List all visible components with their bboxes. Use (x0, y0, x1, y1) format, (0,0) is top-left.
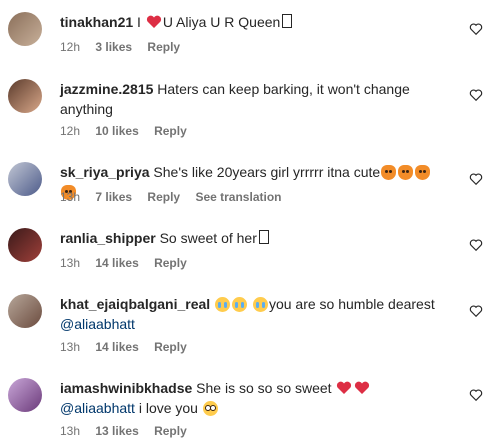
comment-meta: 12h 3 likes Reply (60, 40, 192, 54)
comment-text: I (137, 14, 141, 30)
comment-username[interactable]: khat_ejaiqbalgani_real (60, 296, 210, 312)
avatar[interactable] (8, 162, 42, 196)
comment-time: 13h (60, 256, 81, 270)
pleading-face-emoji (202, 401, 218, 416)
likes-count[interactable]: 14 likes (95, 340, 138, 354)
comment-meta: 13h 14 likes Reply (60, 340, 199, 354)
comment-time: 12h (60, 40, 81, 54)
comment-meta: 12h 10 likes Reply (60, 124, 199, 138)
comment-text: U Aliya U R Queen (162, 14, 281, 30)
fox-face-emoji (415, 165, 431, 180)
likes-count[interactable]: 10 likes (95, 124, 138, 138)
emoji-placeholder (282, 14, 293, 28)
comment-time: 12h (60, 124, 81, 138)
comment-time: 13h (60, 190, 81, 204)
avatar[interactable] (8, 79, 42, 113)
like-heart-icon[interactable] (469, 172, 483, 186)
like-heart-icon[interactable] (469, 88, 483, 102)
emoji-placeholder (258, 230, 269, 244)
comment-text: So sweet of her (159, 230, 257, 246)
comment-username[interactable]: tinakhan21 (60, 14, 133, 30)
comment-username[interactable]: jazzmine.2815 (60, 81, 153, 97)
comment-text: She is so so so sweet (196, 380, 332, 396)
likes-count[interactable]: 7 likes (95, 190, 132, 204)
reply-button[interactable]: Reply (147, 190, 180, 204)
avatar[interactable] (8, 378, 42, 412)
comment-time: 13h (60, 424, 81, 438)
comment-meta: 13h 13 likes Reply (60, 424, 199, 438)
crying-face-emoji (252, 297, 268, 312)
reply-button[interactable]: Reply (154, 340, 187, 354)
like-heart-icon[interactable] (469, 238, 483, 252)
avatar[interactable] (8, 294, 42, 328)
reply-button[interactable]: Reply (147, 40, 180, 54)
like-heart-icon[interactable] (469, 388, 483, 402)
fox-face-emoji (398, 165, 414, 180)
comment-meta: 13h 7 likes Reply See translation (60, 190, 293, 204)
like-heart-icon[interactable] (469, 22, 483, 36)
mention-link[interactable]: @aliaabhatt (60, 400, 135, 416)
red-heart-emoji (337, 381, 352, 394)
red-heart-emoji (355, 381, 370, 394)
see-translation-link[interactable]: See translation (195, 190, 281, 204)
red-heart-emoji (146, 15, 161, 28)
comment-time: 13h (60, 340, 81, 354)
reply-button[interactable]: Reply (154, 124, 187, 138)
reply-button[interactable]: Reply (154, 424, 187, 438)
mention-link[interactable]: @aliaabhatt (60, 316, 135, 332)
comment-text: i love you (138, 400, 198, 416)
comment-text: you are so humble dearest (268, 296, 435, 312)
comment-meta: 13h 14 likes Reply (60, 256, 199, 270)
avatar[interactable] (8, 228, 42, 262)
reply-button[interactable]: Reply (154, 256, 187, 270)
fox-face-emoji (381, 165, 397, 180)
likes-count[interactable]: 3 likes (95, 40, 132, 54)
likes-count[interactable]: 13 likes (95, 424, 138, 438)
crying-face-emoji (232, 297, 248, 312)
avatar[interactable] (8, 12, 42, 46)
like-heart-icon[interactable] (469, 304, 483, 318)
likes-count[interactable]: 14 likes (95, 256, 138, 270)
comment-username[interactable]: sk_riya_priya (60, 164, 150, 180)
crying-face-emoji (215, 297, 231, 312)
comment-text: She's like 20years girl yrrrrr itna cute (153, 164, 381, 180)
comment-username[interactable]: iamashwinibkhadse (60, 380, 192, 396)
comment-username[interactable]: ranlia_shipper (60, 230, 156, 246)
